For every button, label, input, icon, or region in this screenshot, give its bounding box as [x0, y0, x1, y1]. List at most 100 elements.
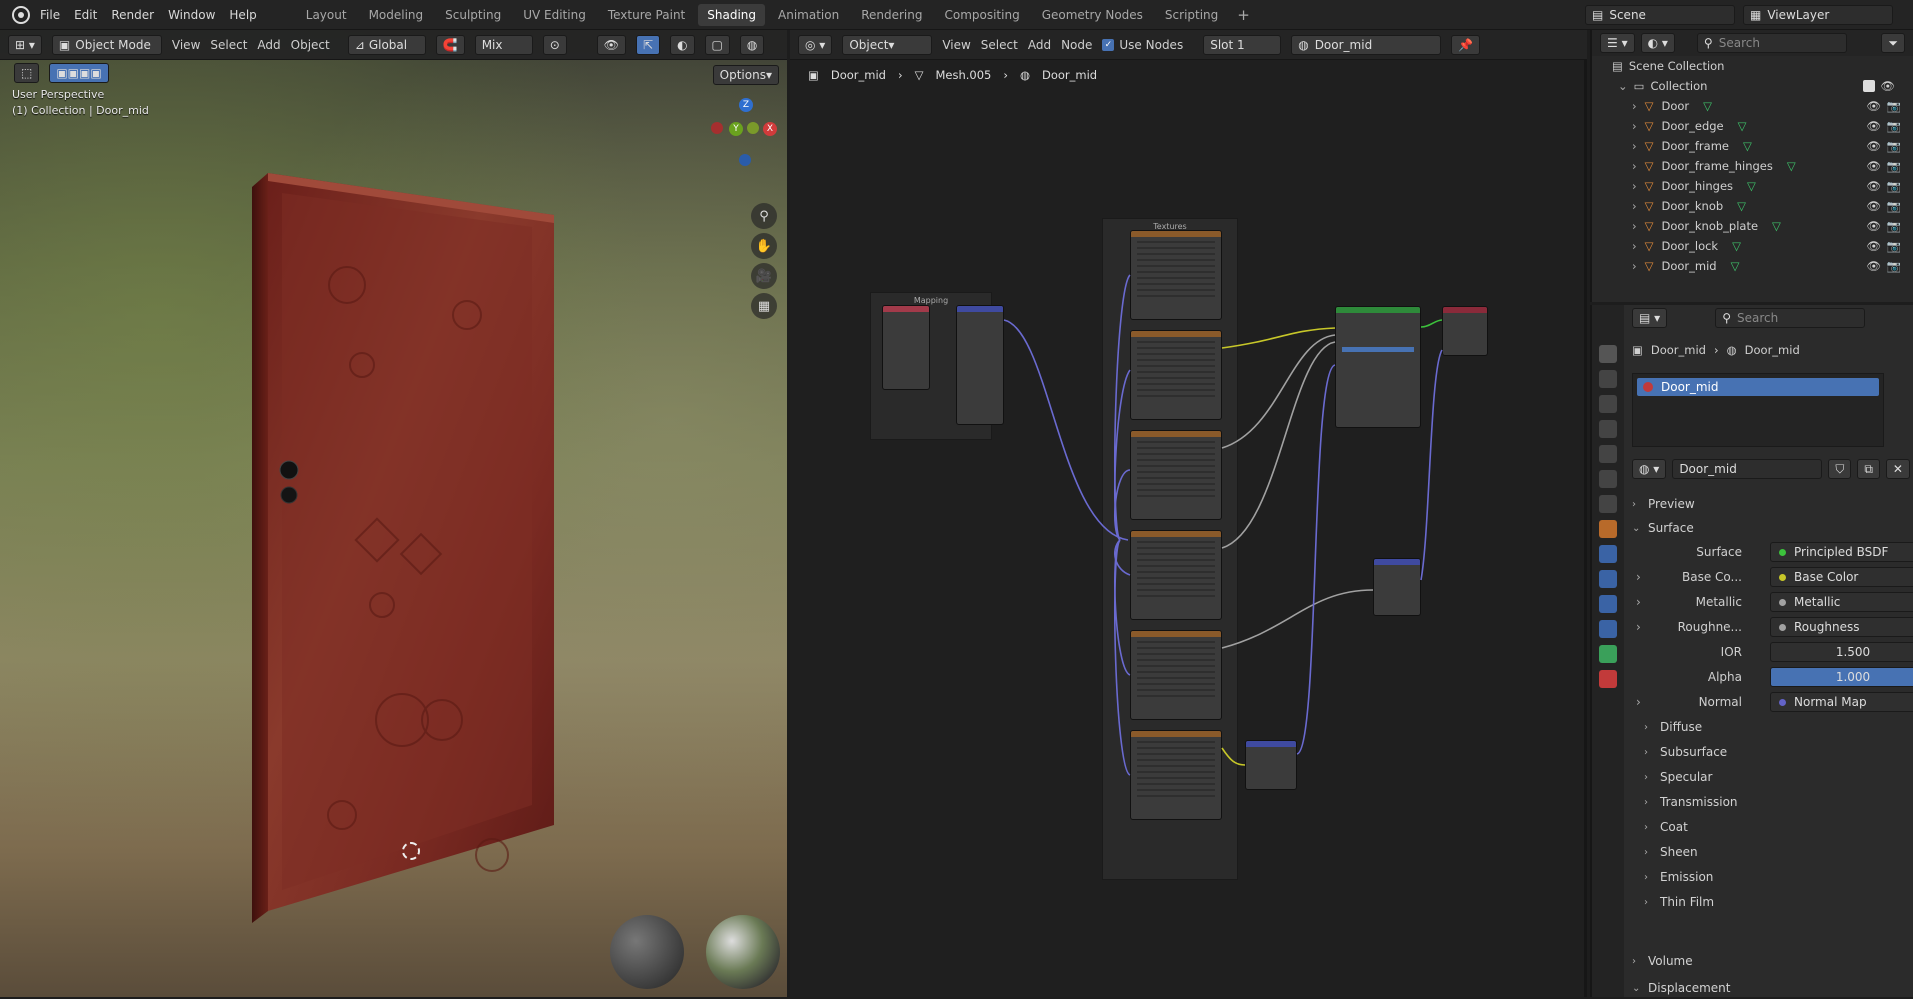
outliner-search[interactable]: ⚲ Search — [1696, 33, 1847, 53]
chevron-right-icon[interactable]: › — [1636, 620, 1641, 634]
outliner-item[interactable]: › ▽ Door_edge ▽ 👁 📷 — [1592, 116, 1913, 136]
eye-icon[interactable]: 👁 — [1866, 259, 1881, 273]
eye-icon[interactable]: 👁 — [1866, 219, 1881, 233]
tab-compositing[interactable]: Compositing — [935, 4, 1028, 26]
render-tab-icon[interactable] — [1599, 370, 1617, 388]
duplicate-icon[interactable]: ⧉ — [1857, 459, 1880, 479]
zoom-icon[interactable]: ⚲ — [751, 203, 777, 229]
transform-orientation-select[interactable]: ⊿ Global — [347, 34, 426, 55]
subsection-transmission[interactable]: › Transmission — [1644, 791, 1913, 813]
select-mode-icons[interactable]: ▣▣▣▣ — [49, 63, 109, 83]
material-tab-icon[interactable] — [1599, 670, 1617, 688]
visibility-button[interactable]: 👁 — [596, 34, 626, 55]
select-box-icon[interactable]: ⬚ — [14, 63, 40, 83]
collection-tab-icon[interactable] — [1599, 495, 1617, 513]
tab-sculpting[interactable]: Sculpting — [436, 4, 510, 26]
outliner-item[interactable]: › ▽ Door ▽ 👁 📷 — [1592, 96, 1913, 116]
scene-collection-row[interactable]: ▤ Scene Collection — [1592, 56, 1913, 76]
material-slots-list[interactable]: Door_mid — [1632, 373, 1884, 447]
view-layer-field[interactable]: ▦ ViewLayer — [1743, 5, 1893, 25]
gizmo-toggle-button[interactable]: ⇱ — [636, 34, 661, 55]
scene-tab-icon[interactable] — [1599, 445, 1617, 463]
viewport-menu-view[interactable]: View — [172, 38, 200, 52]
surface-input-value[interactable]: Normal Map — [1770, 692, 1913, 712]
options-dropdown[interactable]: Options ▾ — [712, 65, 779, 85]
outliner-panel[interactable]: ☰ ▾ ◐ ▾ ⚲ Search ⏷ ▤ Scene Collection ⌄ ▭ Co… — [1590, 30, 1913, 302]
3d-viewport[interactable]: ⊞ ▾ ▣ Object Mode View Select Add Object … — [0, 30, 787, 997]
menu-window[interactable]: Window — [168, 8, 215, 22]
neg-z-axis-icon[interactable] — [739, 154, 751, 166]
physics-tab-icon[interactable] — [1599, 595, 1617, 613]
outliner-item[interactable]: › ▽ Door_knob_plate ▽ 👁 📷 — [1592, 216, 1913, 236]
section-displacement[interactable]: ⌄ Displacement — [1632, 977, 1913, 999]
neg-y-axis-icon[interactable] — [747, 122, 759, 134]
proportional-edit-button[interactable]: ⊙ — [542, 34, 567, 55]
modifier-tab-icon[interactable] — [1599, 545, 1617, 563]
neg-x-axis-icon[interactable] — [711, 122, 723, 134]
add-workspace-icon[interactable]: + — [1231, 6, 1256, 24]
surface-input-value[interactable]: Base Color — [1770, 567, 1913, 587]
subsection-thin-film[interactable]: › Thin Film — [1644, 891, 1913, 913]
xray-button[interactable]: ▢ — [704, 34, 730, 55]
outliner-item[interactable]: › ▽ Door_frame ▽ 👁 📷 — [1592, 136, 1913, 156]
properties-editor-type[interactable]: ▤ ▾ — [1632, 308, 1668, 328]
eye-icon[interactable]: 👁 — [1866, 139, 1881, 153]
shader-node-editor[interactable]: ◎ ▾ Object ▾ View Select Add Node ✓ Use N… — [790, 30, 1587, 997]
outliner-editor-type[interactable]: ☰ ▾ — [1600, 33, 1635, 53]
menu-edit[interactable]: Edit — [74, 8, 97, 22]
surface-input-value[interactable]: 1.500 — [1770, 642, 1913, 662]
editor-divider[interactable] — [1584, 60, 1587, 997]
eye-icon[interactable]: 👁 — [1866, 159, 1881, 173]
door-model[interactable] — [252, 165, 554, 923]
outliner-item[interactable]: › ▽ Door_frame_hinges ▽ 👁 📷 — [1592, 156, 1913, 176]
ortho-grid-icon[interactable]: ▦ — [751, 293, 777, 319]
tab-rendering[interactable]: Rendering — [852, 4, 931, 26]
eye-icon[interactable]: 👁 — [1866, 239, 1881, 253]
y-axis-icon[interactable]: Y — [729, 122, 743, 136]
tab-layout[interactable]: Layout — [297, 4, 356, 26]
subsection-diffuse[interactable]: › Diffuse — [1644, 716, 1913, 738]
camera-render-icon[interactable]: 📷 — [1887, 119, 1901, 133]
chevron-right-icon[interactable]: › — [1636, 695, 1641, 709]
camera-render-icon[interactable]: 📷 — [1887, 259, 1901, 273]
tab-uv-editing[interactable]: UV Editing — [514, 4, 595, 26]
material-slot-item[interactable]: Door_mid — [1637, 378, 1879, 396]
subsection-emission[interactable]: › Emission — [1644, 866, 1913, 888]
particles-tab-icon[interactable] — [1599, 570, 1617, 588]
chevron-right-icon[interactable]: › — [1636, 595, 1641, 609]
surface-input-value[interactable]: Metallic — [1770, 592, 1913, 612]
surface-input-value[interactable]: Principled BSDF — [1770, 542, 1913, 562]
subsection-subsurface[interactable]: › Subsurface — [1644, 741, 1913, 763]
output-tab-icon[interactable] — [1599, 395, 1617, 413]
tab-modeling[interactable]: Modeling — [360, 4, 433, 26]
outliner-item[interactable]: › ▽ Door_lock ▽ 👁 📷 — [1592, 236, 1913, 256]
properties-panel[interactable]: ▤ ▾ ⚲ Search ▣ Door_mid › ◍ Door_mid Door_m… — [1590, 305, 1913, 997]
camera-render-icon[interactable]: 📷 — [1887, 159, 1901, 173]
eye-icon[interactable]: 👁 — [1866, 99, 1881, 113]
outliner-item[interactable]: › ▽ Door_hinges ▽ 👁 📷 — [1592, 176, 1913, 196]
camera-render-icon[interactable]: 📷 — [1887, 199, 1901, 213]
viewport-menu-select[interactable]: Select — [210, 38, 247, 52]
collection-checkbox[interactable] — [1863, 80, 1875, 92]
camera-render-icon[interactable]: 📷 — [1887, 239, 1901, 253]
pan-hand-icon[interactable]: ✋ — [751, 233, 777, 259]
outliner-item[interactable]: › ▽ Door_knob ▽ 👁 📷 — [1592, 196, 1913, 216]
collection-row[interactable]: ⌄ ▭ Collection 👁 — [1592, 76, 1913, 96]
menu-help[interactable]: Help — [229, 8, 256, 22]
unlink-icon[interactable]: ✕ — [1885, 459, 1910, 479]
filter-icon[interactable]: ⏷ — [1881, 33, 1905, 53]
tab-texture-paint[interactable]: Texture Paint — [599, 4, 694, 26]
surface-input-value[interactable]: 1.000 — [1770, 667, 1913, 687]
blend-mode-select[interactable]: Mix — [474, 34, 533, 55]
tab-geometry-nodes[interactable]: Geometry Nodes — [1033, 4, 1152, 26]
material-name-field[interactable]: Door_mid — [1672, 459, 1823, 479]
camera-icon[interactable]: 🎥 — [751, 263, 777, 289]
constraints-tab-icon[interactable] — [1599, 620, 1617, 638]
mode-select[interactable]: ▣ Object Mode — [51, 34, 162, 55]
blender-logo-icon[interactable] — [12, 5, 30, 24]
properties-search[interactable]: ⚲ Search — [1715, 308, 1866, 328]
outliner-item[interactable]: › ▽ Door_mid ▽ 👁 📷 — [1592, 256, 1913, 276]
browse-material-button[interactable]: ◍ ▾ — [1632, 459, 1667, 479]
shading-mode-button[interactable]: ◍ — [739, 34, 765, 55]
view-layer-tab-icon[interactable] — [1599, 420, 1617, 438]
